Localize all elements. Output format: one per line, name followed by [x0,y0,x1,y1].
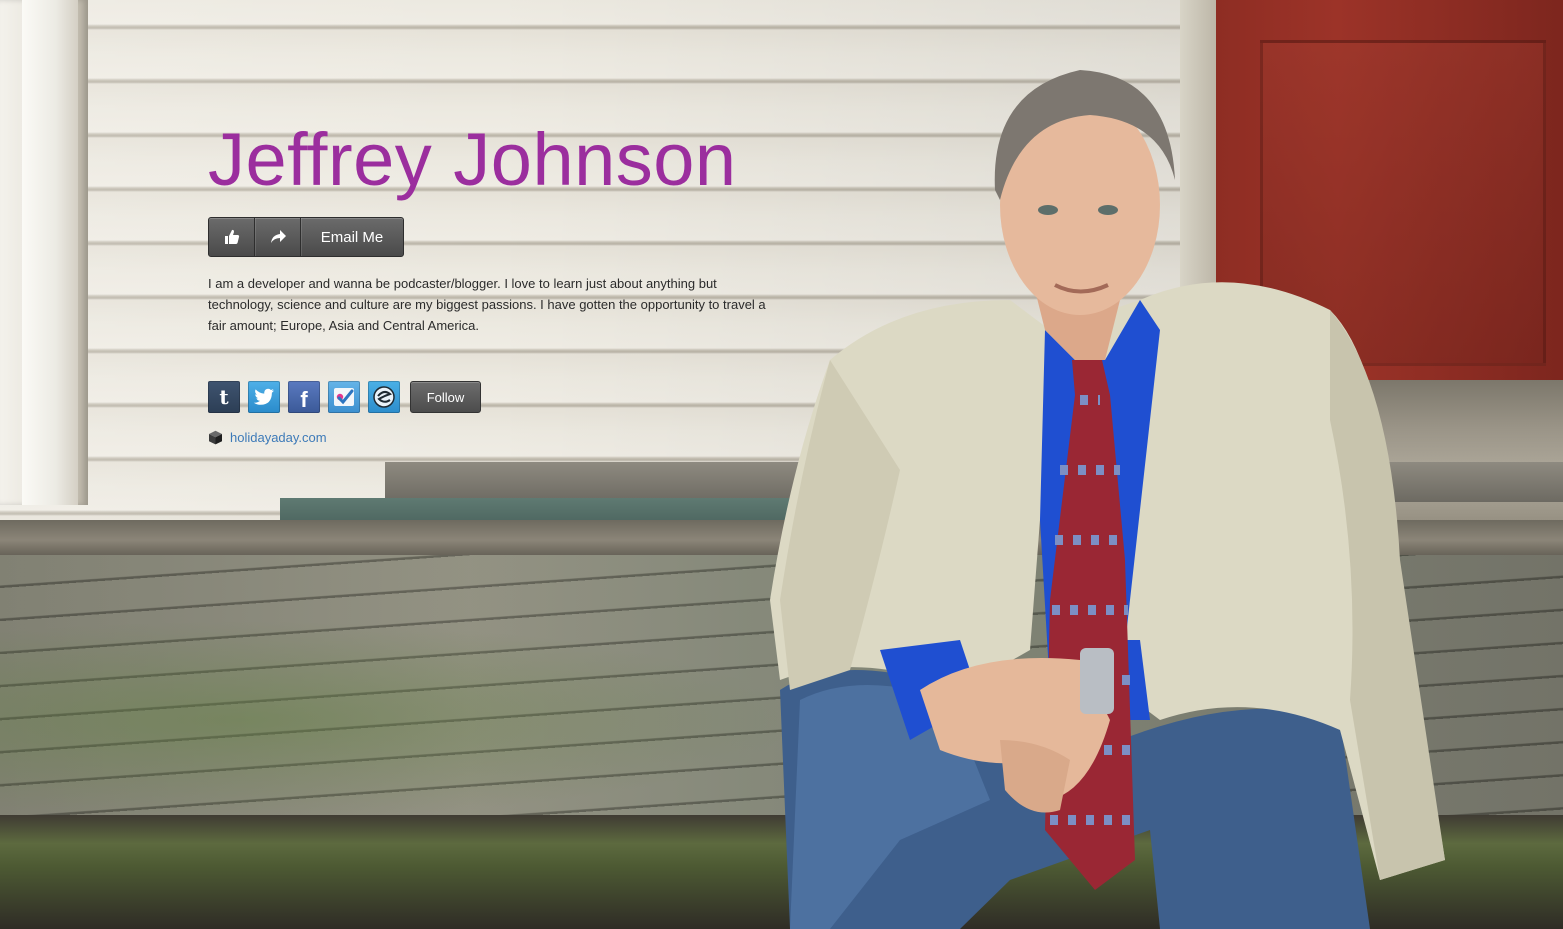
like-button[interactable] [209,218,255,256]
background-porch-edge [0,520,1563,560]
email-me-button[interactable]: Email Me [301,218,403,256]
action-button-group: Email Me [208,217,404,257]
facebook-icon: f [300,387,308,412]
twitter-link[interactable] [248,381,280,413]
profile-card: Jeffrey Johnson Email Me I am a develope… [208,118,788,445]
background-moss [0,620,800,820]
thumbs-up-icon [224,229,239,244]
profile-bio: I am a developer and wanna be podcaster/… [208,276,766,333]
twitter-icon [253,388,274,405]
tumblr-link[interactable]: t [208,381,240,413]
facebook-link[interactable]: f [288,381,320,413]
profile-page: Jeffrey Johnson Email Me I am a develope… [0,0,1563,929]
background-step [385,462,1563,502]
background-door-frame [1180,0,1216,470]
foursquare-link[interactable] [328,381,360,413]
website-row: holidayaday.com [208,430,788,445]
tumblr-icon: t [219,385,229,409]
share-arrow-icon [270,230,286,243]
background-door-panel [1260,40,1546,366]
background-porch-post-face [22,0,78,505]
background-mossy-ledge [0,815,1563,929]
profile-name: Jeffrey Johnson [208,118,737,201]
share-button[interactable] [255,218,301,256]
link-service-icon [373,386,395,408]
foursquare-icon [334,388,354,406]
website-link[interactable]: holidayaday.com [230,430,327,445]
other-service-link[interactable] [368,381,400,413]
background-porch-post [0,0,88,505]
social-links: t f Follow [208,381,788,413]
follow-button[interactable]: Follow [410,381,481,413]
background-threshold [1216,380,1563,540]
cube-icon [209,430,222,445]
